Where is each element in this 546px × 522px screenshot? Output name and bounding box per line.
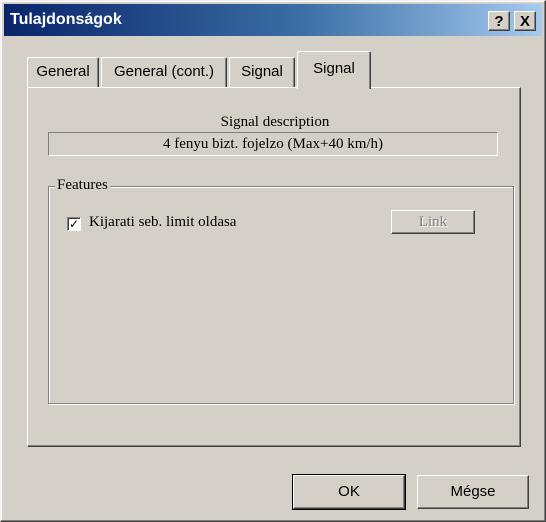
tab-signal-active[interactable]: Signal — [297, 51, 371, 89]
features-legend: Features — [55, 177, 110, 194]
signal-description-label: Signal description — [220, 114, 330, 130]
limit-checkbox-label[interactable]: Kijarati seb. limit oldasa — [89, 214, 236, 231]
ok-button[interactable]: OK — [292, 474, 406, 510]
features-groupbox: Features ✓ Kijarati seb. limit oldasa Li… — [48, 177, 514, 404]
title-bar[interactable]: Tulajdonságok ? X — [4, 4, 542, 36]
tab-general-cont[interactable]: General (cont.) — [101, 57, 227, 87]
tab-general[interactable]: General — [27, 57, 99, 87]
signal-description-field: 4 fenyu bizt. fojelzo (Max+40 km/h) — [48, 132, 498, 156]
link-button[interactable]: Link — [391, 210, 475, 234]
cancel-button[interactable]: Mégse — [417, 475, 529, 509]
tab-signal[interactable]: Signal — [229, 57, 295, 87]
properties-dialog: Tulajdonságok ? X General General (cont.… — [0, 0, 546, 522]
limit-checkbox[interactable]: ✓ — [67, 217, 81, 231]
help-button[interactable]: ? — [488, 11, 510, 31]
close-button[interactable]: X — [514, 11, 536, 31]
tab-panel: Signal description 4 fenyu bizt. fojelzo… — [27, 87, 521, 447]
window-title: Tulajdonságok — [10, 11, 122, 28]
